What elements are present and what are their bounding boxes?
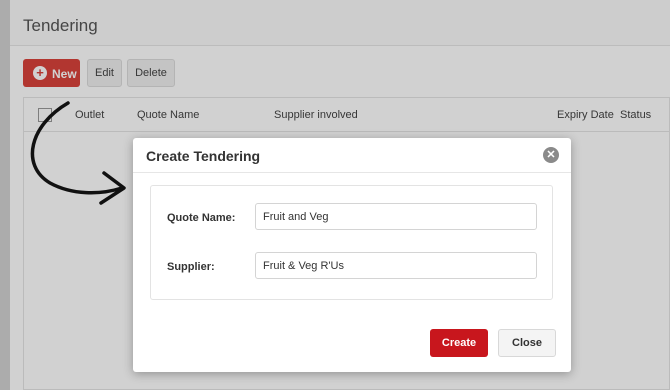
- tendering-form: Quote Name: Supplier:: [150, 185, 553, 300]
- close-button[interactable]: Close: [498, 329, 556, 357]
- create-tendering-dialog: Create Tendering ✕ Quote Name: Supplier:…: [133, 138, 571, 372]
- quote-name-input[interactable]: [255, 203, 537, 230]
- create-button[interactable]: Create: [430, 329, 488, 357]
- supplier-input[interactable]: [255, 252, 537, 279]
- dialog-title: Create Tendering: [146, 148, 261, 164]
- supplier-label: Supplier:: [167, 261, 215, 273]
- dialog-header: Create Tendering ✕: [133, 138, 571, 173]
- quote-name-label: Quote Name:: [167, 212, 236, 224]
- close-icon[interactable]: ✕: [543, 147, 559, 163]
